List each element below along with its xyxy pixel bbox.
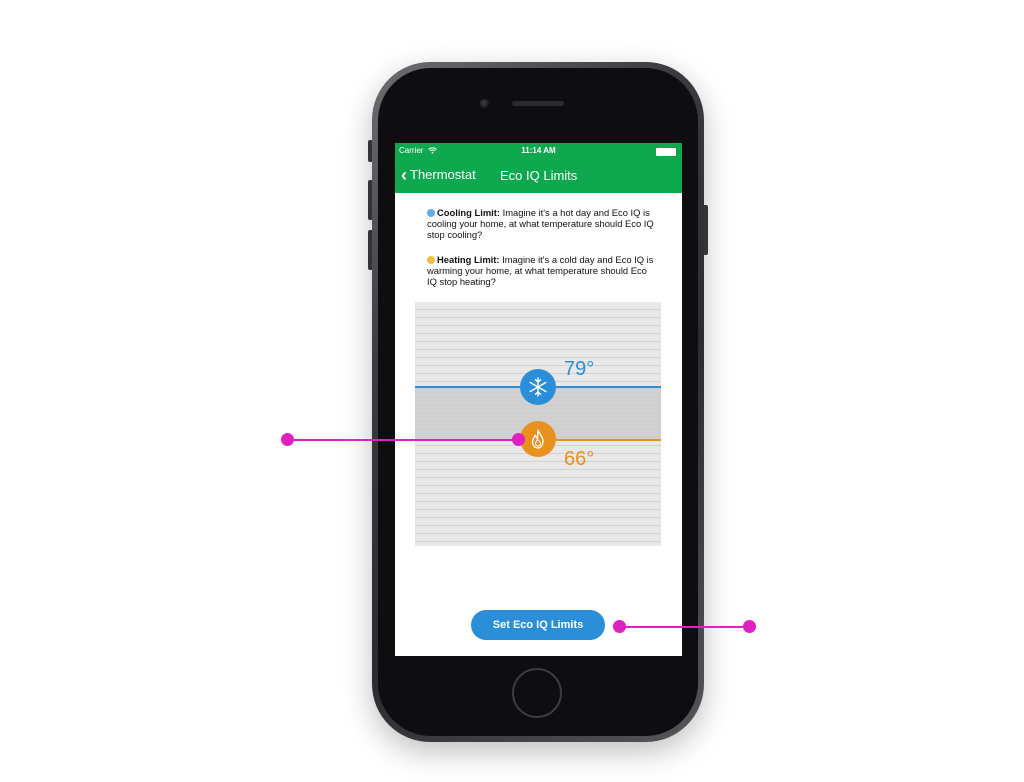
- app-screen: Carrier 11:14 AM ‹ Thermostat Eco IQ Lim…: [395, 143, 682, 656]
- heating-limit-description: Heating Limit: Imagine it's a cold day a…: [427, 254, 655, 287]
- callout-dot-slider-end: [512, 433, 525, 446]
- front-camera: [480, 99, 489, 108]
- callout-line-slider: [288, 439, 520, 441]
- heating-limit-title: Heating Limit:: [437, 254, 500, 265]
- heating-dot-icon: [427, 256, 435, 264]
- snowflake-icon: [529, 377, 547, 397]
- chevron-left-icon: ‹: [401, 164, 407, 185]
- callout-dot-button-end: [743, 620, 756, 633]
- battery-icon: [656, 148, 676, 156]
- back-button-label: Thermostat: [410, 167, 476, 182]
- cooling-dot-icon: [427, 209, 435, 217]
- cooling-temp-value: 79°: [564, 358, 595, 380]
- navigation-bar: Carrier 11:14 AM ‹ Thermostat Eco IQ Lim…: [395, 143, 682, 193]
- heating-temp-value: 66°: [564, 448, 595, 470]
- temperature-range-slider[interactable]: 79° 66°: [415, 302, 661, 546]
- earpiece-speaker: [512, 101, 564, 106]
- cooling-limit-description: Cooling Limit: Imagine it's a hot day an…: [427, 207, 655, 240]
- cooling-limit-handle[interactable]: [520, 369, 556, 405]
- page-title: Eco IQ Limits: [500, 168, 578, 183]
- status-bar: Carrier 11:14 AM: [399, 146, 678, 158]
- home-button[interactable]: [512, 668, 562, 718]
- callout-dot-button-start: [613, 620, 626, 633]
- status-time: 11:14 AM: [521, 146, 556, 155]
- heating-limit-handle[interactable]: [520, 421, 556, 457]
- callout-line-button: [620, 626, 750, 628]
- cooling-limit-title: Cooling Limit:: [437, 207, 501, 218]
- callout-dot-slider-start: [281, 433, 294, 446]
- flame-icon: [531, 429, 544, 449]
- set-eco-iq-limits-button[interactable]: Set Eco IQ Limits: [471, 610, 605, 640]
- back-button[interactable]: ‹ Thermostat: [401, 164, 476, 185]
